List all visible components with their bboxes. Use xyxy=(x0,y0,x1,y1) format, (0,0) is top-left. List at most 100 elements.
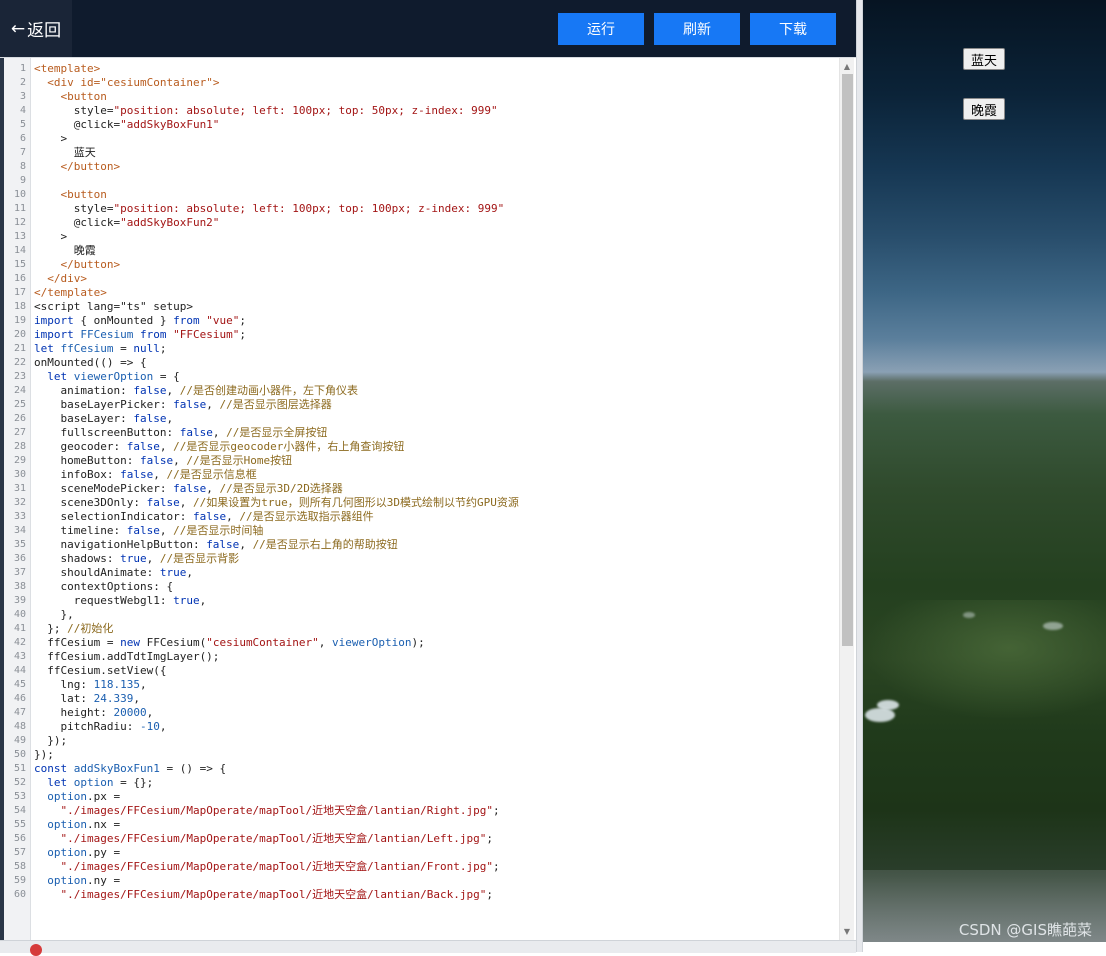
code-line[interactable]: 13 > xyxy=(0,230,840,244)
code-line[interactable]: 35 navigationHelpButton: false, //是否显示右上… xyxy=(0,538,840,552)
code-line[interactable]: 38 contextOptions: { xyxy=(0,580,840,594)
code-line[interactable]: 14 晚霞 xyxy=(0,244,840,258)
code-line[interactable]: 3 <button xyxy=(0,90,840,104)
code-line[interactable]: 47 height: 20000, xyxy=(0,706,840,720)
code-line[interactable]: 39 requestWebgl1: true, xyxy=(0,594,840,608)
code-token: let xyxy=(47,776,68,789)
code-line[interactable]: 2 <div id="cesiumContainer"> xyxy=(0,76,840,90)
code-text: import FFCesium from "FFCesium"; xyxy=(34,328,246,342)
code-text: </template> xyxy=(34,286,107,300)
code-line[interactable]: 23 let viewerOption = { xyxy=(0,370,840,384)
code-line[interactable]: 43 ffCesium.addTdtImgLayer(); xyxy=(0,650,840,664)
code-line[interactable]: 34 timeline: false, //是否显示时间轴 xyxy=(0,524,840,538)
code-text: lat: 24.339, xyxy=(34,692,140,706)
code-line[interactable]: 55 option.nx = xyxy=(0,818,840,832)
code-line[interactable]: 44 ffCesium.setView({ xyxy=(0,664,840,678)
code-line[interactable]: 40 }, xyxy=(0,608,840,622)
code-line[interactable]: 25 baseLayerPicker: false, //是否显示图层选择器 xyxy=(0,398,840,412)
code-editor[interactable]: 1 <template> 2 <div id="cesiumContainer"> 3… xyxy=(0,57,856,941)
code-line[interactable]: 30 infoBox: false, //是否显示信息框 xyxy=(0,468,840,482)
code-line[interactable]: 4 style="position: absolute; left: 100px… xyxy=(0,104,840,118)
code-line[interactable]: 56 "./images/FFCesium/MapOperate/mapTool… xyxy=(0,832,840,846)
code-line[interactable]: 46 lat: 24.339, xyxy=(0,692,840,706)
refresh-button[interactable]: 刷新 xyxy=(654,13,740,45)
code-line[interactable]: 24 animation: false, //是否创建动画小器件，左下角仪表 xyxy=(0,384,840,398)
code-token: </div> xyxy=(47,272,87,285)
line-number: 34 xyxy=(13,525,26,536)
code-line[interactable]: 50}); xyxy=(0,748,840,762)
code-line[interactable]: 51 const addSkyBoxFun1 = () => { xyxy=(0,762,840,776)
code-token: "FFCesium" xyxy=(173,328,240,341)
line-number: 20 xyxy=(13,329,26,340)
code-line[interactable]: 52 let option = {}; xyxy=(0,776,840,790)
code-line[interactable]: 5 @click="addSkyBoxFun1" xyxy=(0,118,840,132)
code-line[interactable]: 29 homeButton: false, //是否显示Home按钮 xyxy=(0,454,840,468)
code-line[interactable]: 22 onMounted(() => { xyxy=(0,356,840,370)
code-line[interactable]: 32 scene3DOnly: false, //如果设置为true，则所有几何… xyxy=(0,496,840,510)
code-line[interactable]: 21 let ffCesium = null; xyxy=(0,342,840,356)
code-line[interactable]: 33 selectionIndicator: false, //是否显示选取指示… xyxy=(0,510,840,524)
code-line[interactable]: 49 }); xyxy=(0,734,840,748)
code-token: false xyxy=(173,398,207,411)
code-line[interactable]: 45 lng: 118.135, xyxy=(0,678,840,692)
code-line[interactable]: 53 option.px = xyxy=(0,790,840,804)
line-number: 1 xyxy=(19,63,26,74)
code-token: import xyxy=(34,328,74,341)
code-line[interactable]: 10 <button xyxy=(0,188,840,202)
cesium-preview[interactable]: 蓝天 晚霞 CSDN @GIS瞧葩菜 xyxy=(863,0,1106,942)
code-line[interactable]: 18 <script lang="ts" setup> xyxy=(0,300,840,314)
code-token: .ny = xyxy=(87,874,121,887)
code-line[interactable]: 36 shadows: true, //是否显示背影 xyxy=(0,552,840,566)
code-line[interactable]: 17 </template> xyxy=(0,286,840,300)
code-line[interactable]: 19 import { onMounted } from "vue"; xyxy=(0,314,840,328)
line-number: 56 xyxy=(13,833,26,844)
code-line[interactable]: 57 option.py = xyxy=(0,846,840,860)
code-line[interactable]: 37 shouldAnimate: true, xyxy=(0,566,840,580)
code-line[interactable]: 15 </button> xyxy=(0,258,840,272)
code-line[interactable]: 8 </button> xyxy=(0,160,840,174)
code-line[interactable]: 11 style="position: absolute; left: 100p… xyxy=(0,202,840,216)
code-text: <div id="cesiumContainer"> xyxy=(34,76,219,90)
code-line[interactable]: 6 > xyxy=(0,132,840,146)
code-line[interactable]: 54 "./images/FFCesium/MapOperate/mapTool… xyxy=(0,804,840,818)
code-token: //是否显示选取指示器组件 xyxy=(239,510,374,523)
skybox-sunset-button[interactable]: 晚霞 xyxy=(963,98,1005,120)
code-line[interactable]: 20 import FFCesium from "FFCesium"; xyxy=(0,328,840,342)
code-line[interactable]: 28 geocoder: false, //是否显示geocoder小器件，右上… xyxy=(0,440,840,454)
back-button[interactable]: ← 返回 xyxy=(0,0,72,57)
editor-scrollbar[interactable]: ▲ ▼ xyxy=(839,58,854,941)
scroll-down-arrow-icon[interactable]: ▼ xyxy=(840,925,854,939)
code-text: }; //初始化 xyxy=(34,622,113,636)
code-token: option xyxy=(73,776,114,789)
code-line[interactable]: 58 "./images/FFCesium/MapOperate/mapTool… xyxy=(0,860,840,874)
code-line[interactable]: 9 xyxy=(0,174,840,188)
scrollbar-thumb[interactable] xyxy=(842,74,853,646)
code-line[interactable]: 59 option.ny = xyxy=(0,874,840,888)
code-token: "addSkyBoxFun1" xyxy=(120,118,220,131)
code-line[interactable]: 27 fullscreenButton: false, //是否显示全屏按钮 xyxy=(0,426,840,440)
code-token: sceneModePicker: xyxy=(34,482,174,495)
code-line[interactable]: 31 sceneModePicker: false, //是否显示3D/2D选择… xyxy=(0,482,840,496)
code-text: ffCesium = new FFCesium("cesiumContainer… xyxy=(34,636,425,650)
code-line[interactable]: 26 baseLayer: false, xyxy=(0,412,840,426)
run-button[interactable]: 运行 xyxy=(558,13,644,45)
code-line[interactable]: 42 ffCesium = new FFCesium("cesiumContai… xyxy=(0,636,840,650)
code-line[interactable]: 1 <template> xyxy=(0,62,840,76)
scroll-up-arrow-icon[interactable]: ▲ xyxy=(840,60,854,74)
skybox-blue-sky-button[interactable]: 蓝天 xyxy=(963,48,1005,70)
code-token: ; xyxy=(486,888,493,901)
code-token: timeline: xyxy=(34,524,127,537)
code-text: > xyxy=(34,230,67,244)
download-button[interactable]: 下载 xyxy=(750,13,836,45)
code-line[interactable]: 12 @click="addSkyBoxFun2" xyxy=(0,216,840,230)
code-token: ffCesium.addTdtImgLayer(); xyxy=(34,650,220,663)
code-line[interactable]: 16 </div> xyxy=(0,272,840,286)
code-token: , xyxy=(133,692,140,705)
watermark: CSDN @GIS瞧葩菜 xyxy=(958,921,1092,939)
code-line[interactable]: 60 "./images/FFCesium/MapOperate/mapTool… xyxy=(0,888,840,902)
code-line[interactable]: 41 }; //初始化 xyxy=(0,622,840,636)
panel-splitter[interactable] xyxy=(856,0,863,952)
code-token: false xyxy=(146,496,180,509)
code-line[interactable]: 48 pitchRadiu: -10, xyxy=(0,720,840,734)
code-line[interactable]: 7 蓝天 xyxy=(0,146,840,160)
